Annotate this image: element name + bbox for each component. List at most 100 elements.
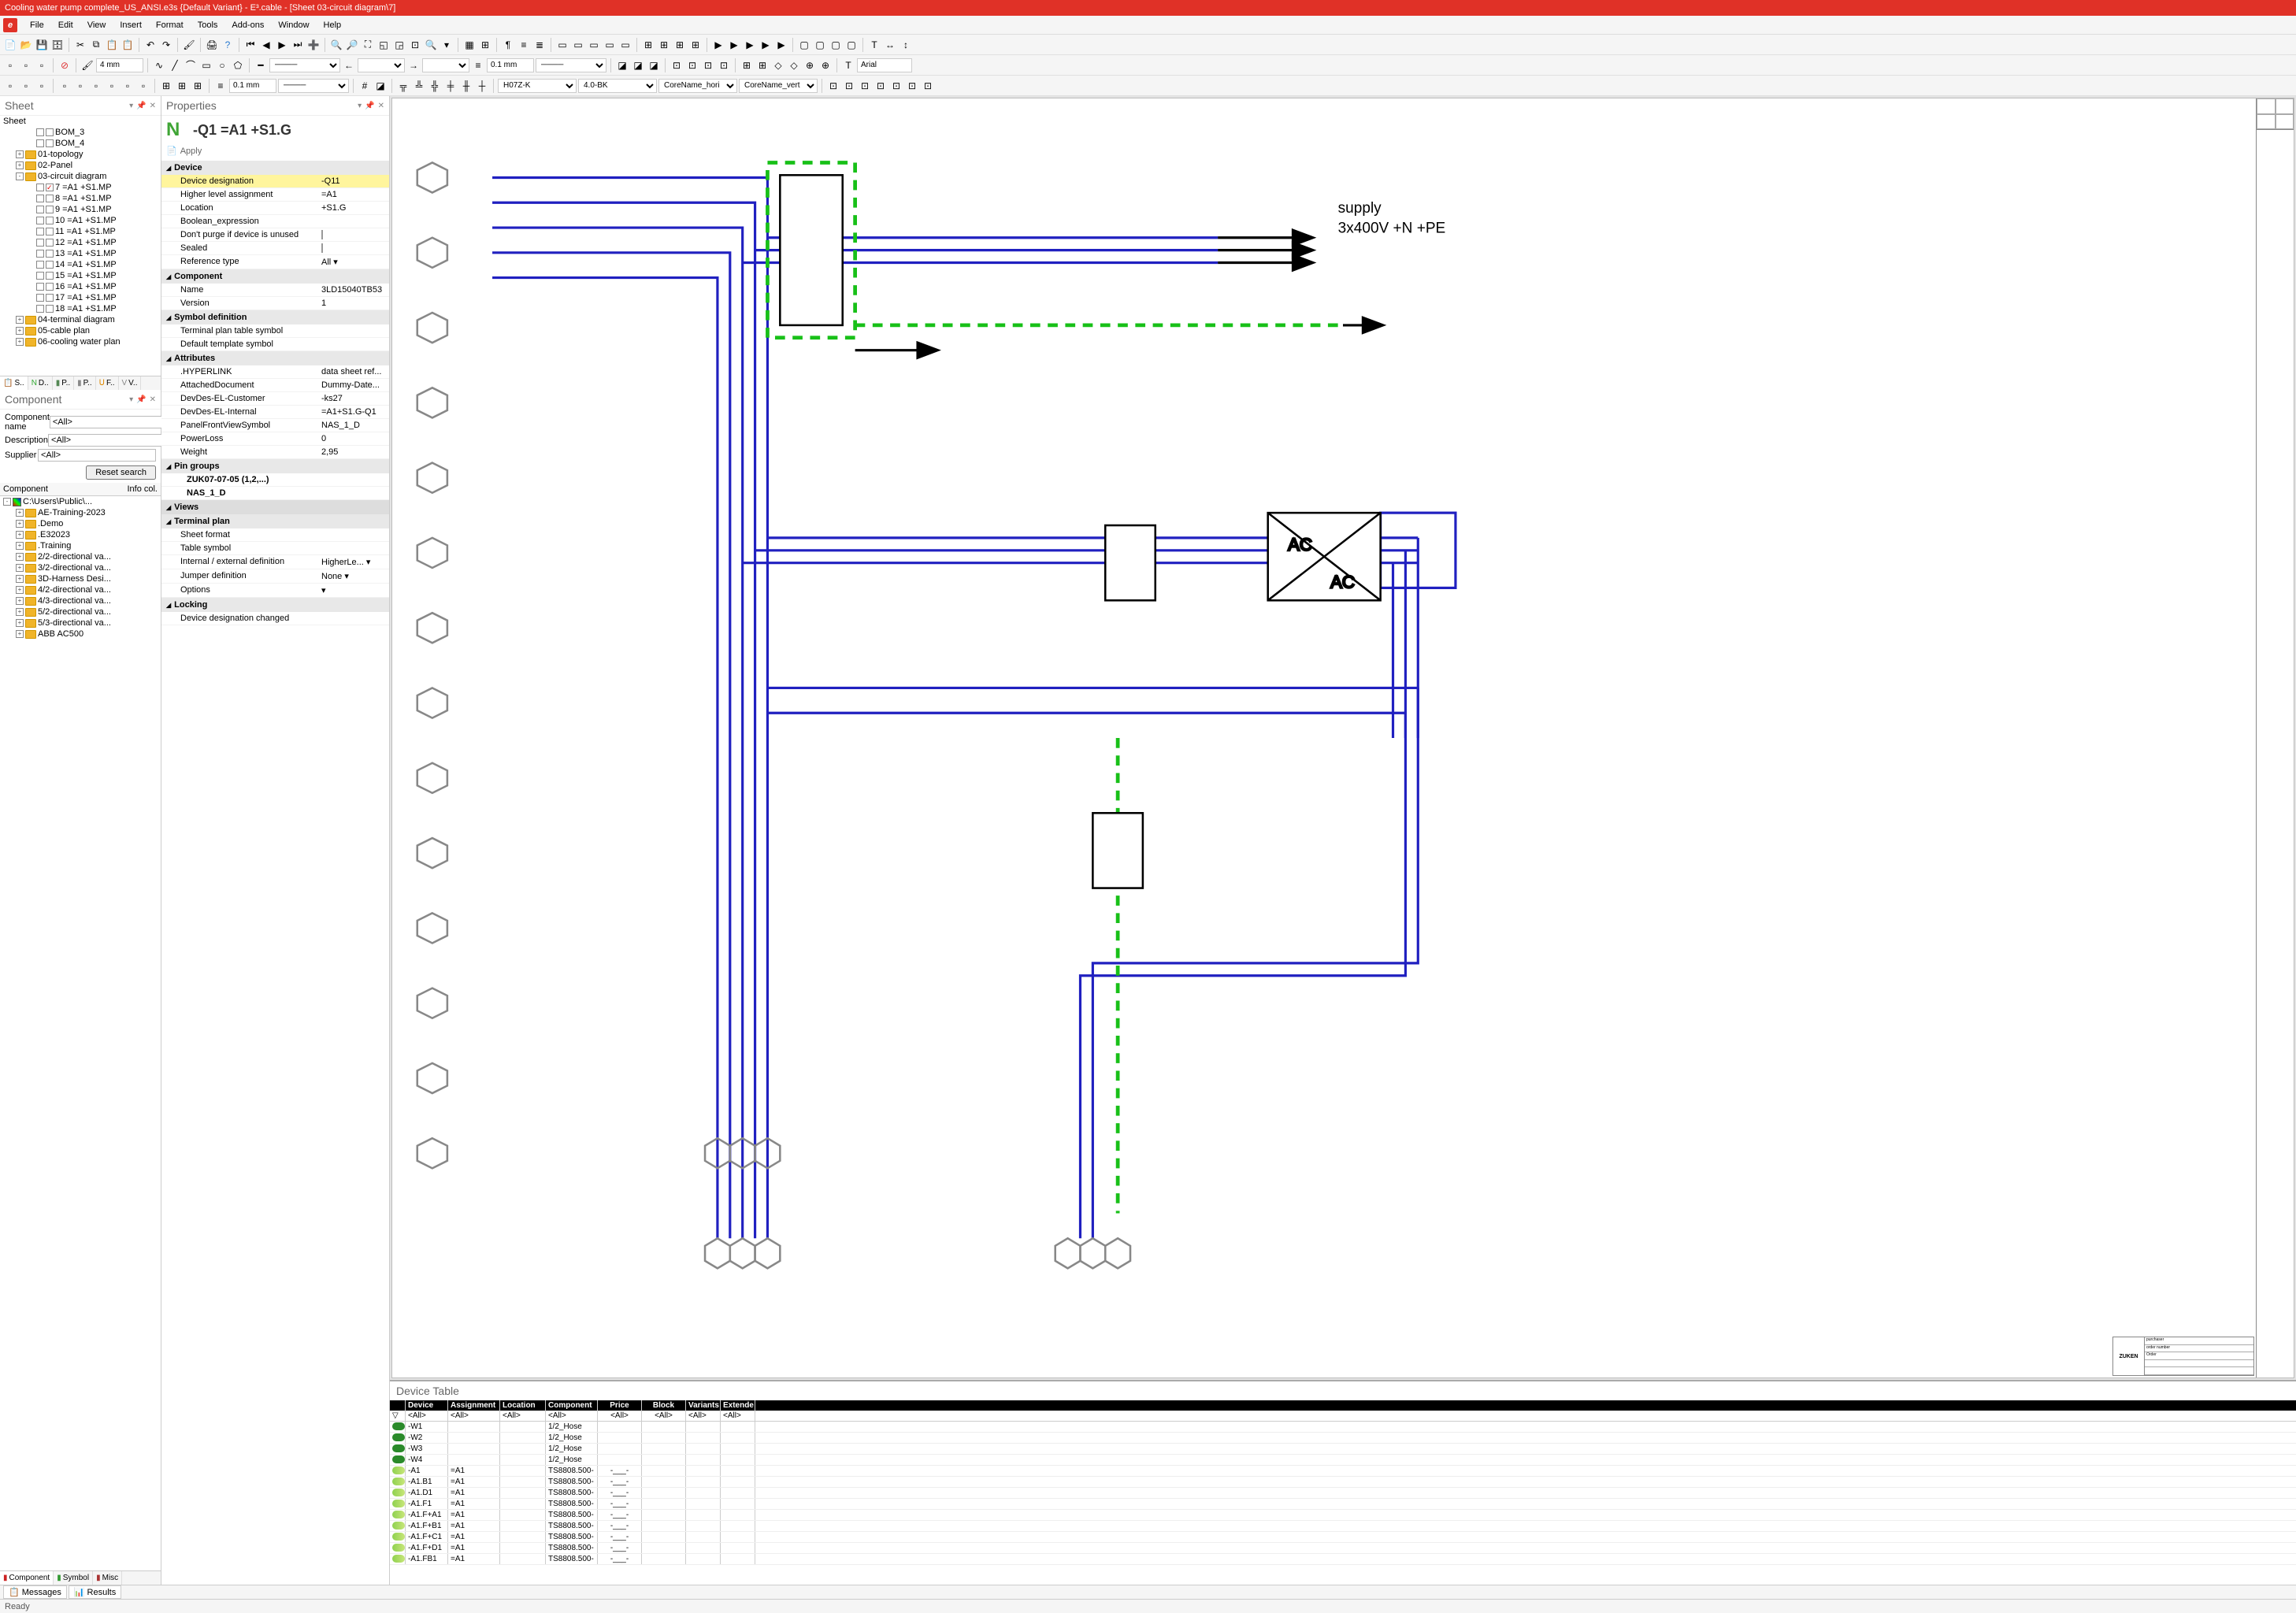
zoom-area-icon[interactable]: ◱ — [376, 38, 391, 52]
property-value[interactable]: 0 — [321, 434, 384, 443]
redo-icon[interactable]: ↷ — [159, 38, 173, 52]
expand-icon[interactable]: - — [16, 172, 24, 180]
table-cell[interactable]: -___- — [598, 1554, 642, 1564]
property-value[interactable] — [321, 530, 384, 540]
checkbox[interactable] — [46, 239, 54, 247]
table-cell[interactable]: =A1 — [448, 1521, 500, 1531]
table-cell[interactable] — [686, 1477, 721, 1487]
tree-item[interactable]: - 03-circuit diagram — [0, 171, 161, 182]
tree-item[interactable]: 15 =A1 +S1.MP — [0, 270, 161, 281]
property-row[interactable]: PowerLoss0 — [161, 432, 389, 446]
table-cell[interactable]: 1/2_Hose — [546, 1444, 598, 1454]
font-input[interactable] — [857, 58, 912, 72]
tool-b-icon[interactable]: ▫ — [19, 58, 33, 72]
t3-width-input[interactable] — [229, 79, 276, 93]
menu-insert[interactable]: Insert — [113, 18, 148, 32]
checkbox[interactable] — [36, 206, 44, 213]
tree-item[interactable]: BOM_4 — [0, 138, 161, 149]
component-tree[interactable]: - C:\Users\Public\... + AE-Training-2023… — [0, 496, 161, 1570]
block2-icon[interactable]: ▢ — [813, 38, 827, 52]
filter-assignment[interactable]: <All> — [448, 1411, 500, 1421]
menu-addons[interactable]: Add-ons — [225, 18, 270, 32]
align-left-icon[interactable]: ≡ — [517, 38, 531, 52]
tree-item[interactable]: 7 =A1 +S1.MP — [0, 182, 161, 193]
misc-d-icon[interactable]: ◇ — [787, 58, 801, 72]
table-cell[interactable] — [721, 1477, 755, 1487]
sheet-nav-first-icon[interactable]: ⏮ — [243, 38, 258, 52]
t3-end1-icon[interactable]: ⊡ — [826, 79, 840, 93]
property-row[interactable]: Location+S1.G — [161, 202, 389, 215]
table-cell[interactable]: 1/2_Hose — [546, 1422, 598, 1432]
color3-icon[interactable]: ◪ — [647, 58, 661, 72]
tree-item[interactable]: 13 =A1 +S1.MP — [0, 248, 161, 259]
table-cell[interactable] — [686, 1488, 721, 1498]
zoom-100-icon[interactable]: ⊡ — [408, 38, 422, 52]
sheet-tab-v[interactable]: VV.. — [119, 376, 142, 390]
table-cell[interactable]: TS8808.500- — [546, 1488, 598, 1498]
property-row[interactable]: Higher level assignment=A1 — [161, 188, 389, 202]
t3-h-icon[interactable]: ▫ — [121, 79, 135, 93]
table-cell[interactable]: -___- — [598, 1488, 642, 1498]
t3-f-icon[interactable]: ▫ — [89, 79, 103, 93]
misc-e-icon[interactable]: ⊕ — [803, 58, 817, 72]
undo-icon[interactable]: ↶ — [143, 38, 158, 52]
table-row[interactable]: -A1.D1=A1TS8808.500--___- — [390, 1488, 2296, 1499]
filter-price[interactable]: <All> — [598, 1411, 642, 1421]
expand-icon[interactable]: + — [16, 338, 24, 346]
text-t-icon[interactable]: T — [841, 58, 855, 72]
component-item[interactable]: + AE-Training-2023 — [0, 507, 161, 518]
t3-width-icon[interactable]: ≡ — [213, 79, 228, 93]
tree-item[interactable]: 8 =A1 +S1.MP — [0, 193, 161, 204]
apply-button[interactable]: Apply — [180, 146, 202, 156]
block1-icon[interactable]: ▢ — [797, 38, 811, 52]
table-cell[interactable]: =A1 — [448, 1466, 500, 1476]
property-value[interactable] — [321, 339, 384, 349]
checkbox[interactable] — [46, 195, 54, 202]
dim-icon[interactable]: ↔ — [883, 38, 897, 52]
checkbox[interactable] — [46, 139, 54, 147]
table-cell[interactable] — [642, 1433, 686, 1443]
tree-item[interactable]: + 02-Panel — [0, 160, 161, 171]
line-style-icon[interactable]: ━ — [254, 58, 268, 72]
property-value[interactable] — [321, 243, 384, 253]
pin-icon[interactable]: 📌 — [136, 102, 146, 110]
property-row[interactable]: Sheet format — [161, 528, 389, 542]
property-value[interactable]: HigherLe... ▾ — [321, 557, 384, 567]
property-value[interactable]: NAS_1_D — [321, 421, 384, 430]
misc-b-icon[interactable]: ⊞ — [755, 58, 770, 72]
table-row[interactable]: -A1.F+C1=A1TS8808.500--___- — [390, 1532, 2296, 1543]
tree-item[interactable]: 10 =A1 +S1.MP — [0, 215, 161, 226]
table-cell[interactable] — [500, 1455, 546, 1465]
t3-d-icon[interactable]: ▫ — [57, 79, 72, 93]
menu-help[interactable]: Help — [317, 18, 348, 32]
device-table[interactable]: Device Assignment Location Component Pri… — [390, 1400, 2296, 1565]
table-cell[interactable]: TS8808.500- — [546, 1499, 598, 1509]
table-cell[interactable] — [721, 1466, 755, 1476]
table-cell[interactable] — [642, 1455, 686, 1465]
color1-icon[interactable]: ◪ — [615, 58, 629, 72]
component-item[interactable]: + 3/2-directional va... — [0, 562, 161, 573]
expand-icon[interactable]: + — [16, 564, 24, 572]
table-cell[interactable] — [500, 1444, 546, 1454]
shape-rect-icon[interactable]: ▭ — [199, 58, 213, 72]
table-cell[interactable] — [500, 1488, 546, 1498]
tab-misc[interactable]: ▮Misc — [93, 1571, 122, 1585]
table-cell[interactable]: -___- — [598, 1543, 642, 1553]
copy-icon[interactable]: ⧉ — [89, 38, 103, 52]
property-value[interactable]: All ▾ — [321, 257, 384, 267]
menu-tools[interactable]: Tools — [191, 18, 224, 32]
table-cell[interactable] — [500, 1510, 546, 1520]
table-cell[interactable] — [642, 1543, 686, 1553]
component-item[interactable]: + 4/3-directional va... — [0, 595, 161, 606]
shape-line-icon[interactable]: ╱ — [168, 58, 182, 72]
table-cell[interactable]: =A1 — [448, 1488, 500, 1498]
property-value[interactable]: 3LD15040TB53 — [321, 285, 384, 295]
table-cell[interactable]: TS8808.500- — [546, 1477, 598, 1487]
apply-icon[interactable]: 📄 — [166, 146, 177, 156]
table-cell[interactable] — [721, 1433, 755, 1443]
expand-icon[interactable]: + — [16, 575, 24, 583]
checkbox[interactable] — [46, 261, 54, 269]
table-cell[interactable]: =A1 — [448, 1510, 500, 1520]
table-cell[interactable] — [721, 1444, 755, 1454]
checkbox[interactable] — [36, 184, 44, 191]
